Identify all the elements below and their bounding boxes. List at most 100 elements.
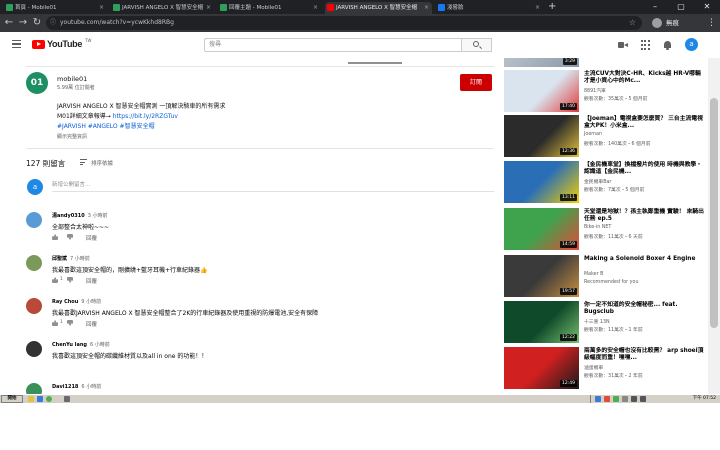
channel-avatar[interactable]: 01: [26, 72, 48, 94]
tab-close-icon[interactable]: ×: [424, 2, 429, 14]
sort-icon[interactable]: [80, 159, 87, 165]
site-info-icon[interactable]: ⓘ: [50, 16, 56, 30]
user-avatar[interactable]: a: [685, 38, 698, 51]
video-title[interactable]: Making a Solenoid Boxer 4 Engine: [584, 256, 704, 263]
hashtags-link[interactable]: #JARVISH #ANGELO #智慧安全帽: [57, 121, 155, 130]
comment-avatar[interactable]: [26, 212, 42, 228]
reply-button[interactable]: 回覆: [86, 320, 97, 328]
tray-icon[interactable]: [604, 396, 610, 402]
video-title[interactable]: 天堂還是地獄！？孫主執鄭重機 實驗！ 來騎出任務 ep.5: [584, 209, 704, 223]
browser-menu-icon[interactable]: ⋮: [707, 16, 716, 30]
channel-name[interactable]: mobile01: [57, 75, 87, 83]
comment-author[interactable]: ChenYu lang 6 小時前: [52, 341, 110, 348]
recommended-video[interactable]: 13:11 【金民機車堂】換檔撥片的使用 時機與教學・認識這【金民機... 金民…: [504, 161, 706, 203]
tray-icon[interactable]: [622, 396, 628, 402]
tab-close-icon[interactable]: ×: [535, 2, 540, 14]
video-thumbnail[interactable]: 19:57: [504, 255, 579, 297]
video-channel[interactable]: 金民機車Bar: [584, 178, 611, 185]
minimize-button[interactable]: –: [642, 0, 668, 14]
comment-author[interactable]: Ray Chou 9 小時前: [52, 298, 101, 305]
desktop-icon[interactable]: [37, 396, 43, 402]
hamburger-menu-icon[interactable]: [12, 40, 21, 48]
back-button[interactable]: ←: [2, 16, 16, 30]
close-window-button[interactable]: ✕: [694, 0, 720, 14]
sort-button[interactable]: 排序依據: [91, 159, 113, 167]
chrome-icon[interactable]: [46, 396, 52, 402]
tray-icon[interactable]: [595, 396, 601, 402]
bookmark-star-icon[interactable]: ☆: [629, 16, 636, 30]
browser-tab[interactable]: 淺嘗臉 ×: [436, 2, 543, 14]
video-channel[interactable]: 8891汽車: [584, 87, 606, 94]
video-title[interactable]: 你一定不知道的安全帽秘密... feat. Bugsclub: [584, 302, 704, 316]
create-video-icon[interactable]: [618, 40, 628, 50]
browser-tab[interactable]: 回覆主題 - Mobile01 ×: [218, 2, 321, 14]
reply-button[interactable]: 回覆: [86, 234, 97, 242]
recommended-video[interactable]: 12:22 你一定不知道的安全帽秘密... feat. Bugsclub 十三重…: [504, 301, 706, 343]
search-button[interactable]: [462, 38, 492, 52]
recommended-video[interactable]: 19:57 Making a Solenoid Boxer 4 Engine M…: [504, 255, 706, 297]
video-thumbnail[interactable]: 17:40: [504, 70, 579, 112]
search-input[interactable]: 搜尋: [204, 38, 462, 52]
video-title[interactable]: 【Joeman】電視盒要怎麼買？ 三台主流電視盒大PK！小米盒...: [584, 116, 704, 130]
browser-tab[interactable]: 首頁 - Mobile01 ×: [4, 2, 107, 14]
recommended-video[interactable]: 17:40 主流CUV大對決C-HR、Kicks越 HR-V哪輛才是小資心中的M…: [504, 70, 706, 112]
tab-close-icon[interactable]: ×: [206, 2, 211, 14]
scrollbar-thumb[interactable]: [710, 98, 718, 328]
comment-avatar[interactable]: [26, 383, 42, 394]
comment-author[interactable]: 湯andy0310 3 小時前: [52, 212, 107, 219]
video-thumbnail[interactable]: 13:11: [504, 161, 579, 203]
forward-button[interactable]: →: [16, 16, 30, 30]
recommended-video[interactable]: 12:49 兩萬多的安全帽也沒有比較黑？ arp shoei頂級幅度而重！嘿嘿.…: [504, 347, 706, 389]
comment-avatar[interactable]: [26, 298, 42, 314]
video-thumbnail[interactable]: 12:22: [504, 301, 579, 343]
tab-close-icon[interactable]: ×: [313, 2, 318, 14]
maximize-button[interactable]: ▢: [668, 0, 694, 14]
video-thumbnail[interactable]: 12:36: [504, 115, 579, 157]
video-title[interactable]: 兩萬多的安全帽也沒有比較黑？ arp shoei頂級幅度而重！嘿嘿...: [584, 348, 704, 362]
thumbs-up-icon[interactable]: [52, 277, 58, 283]
reload-button[interactable]: ↻: [30, 16, 44, 30]
apps-grid-icon[interactable]: [641, 40, 651, 50]
comment-avatar[interactable]: [26, 341, 42, 357]
comment-author[interactable]: 邱聖斌 7 小時前: [52, 255, 90, 262]
thumbs-down-icon[interactable]: [67, 277, 73, 283]
video-channel[interactable]: Bike-in NET: [584, 225, 611, 230]
volume-icon[interactable]: [631, 396, 637, 402]
thumbs-up-icon[interactable]: [52, 234, 58, 240]
address-bar[interactable]: ⓘ youtube.com/watch?v=ycwKkhd8RBg ☆: [46, 16, 642, 30]
notifications-bell-icon[interactable]: [662, 40, 672, 50]
video-thumbnail[interactable]: 14:59: [504, 208, 579, 250]
article-link[interactable]: https://bit.ly/2RZGTuv: [113, 113, 178, 120]
thumbs-down-icon[interactable]: [67, 320, 73, 326]
video-channel[interactable]: Maker B: [584, 272, 603, 277]
comment-author[interactable]: Davi1218 6 小時前: [52, 383, 101, 390]
thumbs-up-icon[interactable]: [52, 320, 58, 326]
tray-icon[interactable]: [613, 396, 619, 402]
page-scrollbar[interactable]: [708, 58, 720, 394]
video-thumbnail[interactable]: 12:49: [504, 347, 579, 389]
video-title[interactable]: 主流CUV大對決C-HR、Kicks越 HR-V哪輛才是小資心中的Mc...: [584, 71, 704, 85]
reply-button[interactable]: 回覆: [86, 277, 97, 285]
thumbs-down-icon[interactable]: [67, 234, 73, 240]
tab-close-icon[interactable]: ×: [99, 2, 104, 14]
app-icon[interactable]: [64, 396, 70, 402]
video-channel[interactable]: Joeman: [584, 132, 602, 137]
recommended-video[interactable]: 14:59 天堂還是地獄！？孫主執鄭重機 實驗！ 來騎出任務 ep.5 Bike…: [504, 208, 706, 250]
video-title[interactable]: 【金民機車堂】換檔撥片的使用 時機與教學・認識這【金民機...: [584, 162, 704, 176]
browser-tab[interactable]: JARVISH ANGELO X 智慧安全帽 ×: [111, 2, 214, 14]
incognito-profile-button[interactable]: 無痕: [652, 16, 679, 30]
comment-avatar[interactable]: [26, 255, 42, 271]
video-channel[interactable]: 滷蛋機車: [584, 364, 603, 371]
recommended-video[interactable]: 12:36 【Joeman】電視盒要怎麼買？ 三台主流電視盒大PK！小米盒...…: [504, 115, 706, 157]
video-thumbnail[interactable]: 3:29: [504, 58, 579, 67]
new-tab-button[interactable]: +: [548, 1, 556, 13]
video-channel[interactable]: 十三重 13N: [584, 318, 610, 325]
browser-tab-active[interactable]: JARVISH ANGELO X 智慧安全帽 ×: [325, 2, 432, 14]
network-icon[interactable]: [640, 396, 646, 402]
add-comment-input[interactable]: 新增公開留言...: [52, 180, 494, 192]
recommended-video[interactable]: 3:29: [504, 58, 706, 67]
show-more-button[interactable]: 顯示完整資訊: [57, 133, 87, 140]
subscribe-button[interactable]: 訂閱: [460, 74, 492, 91]
explorer-icon[interactable]: [28, 396, 34, 402]
start-button[interactable]: 開始: [1, 395, 23, 403]
